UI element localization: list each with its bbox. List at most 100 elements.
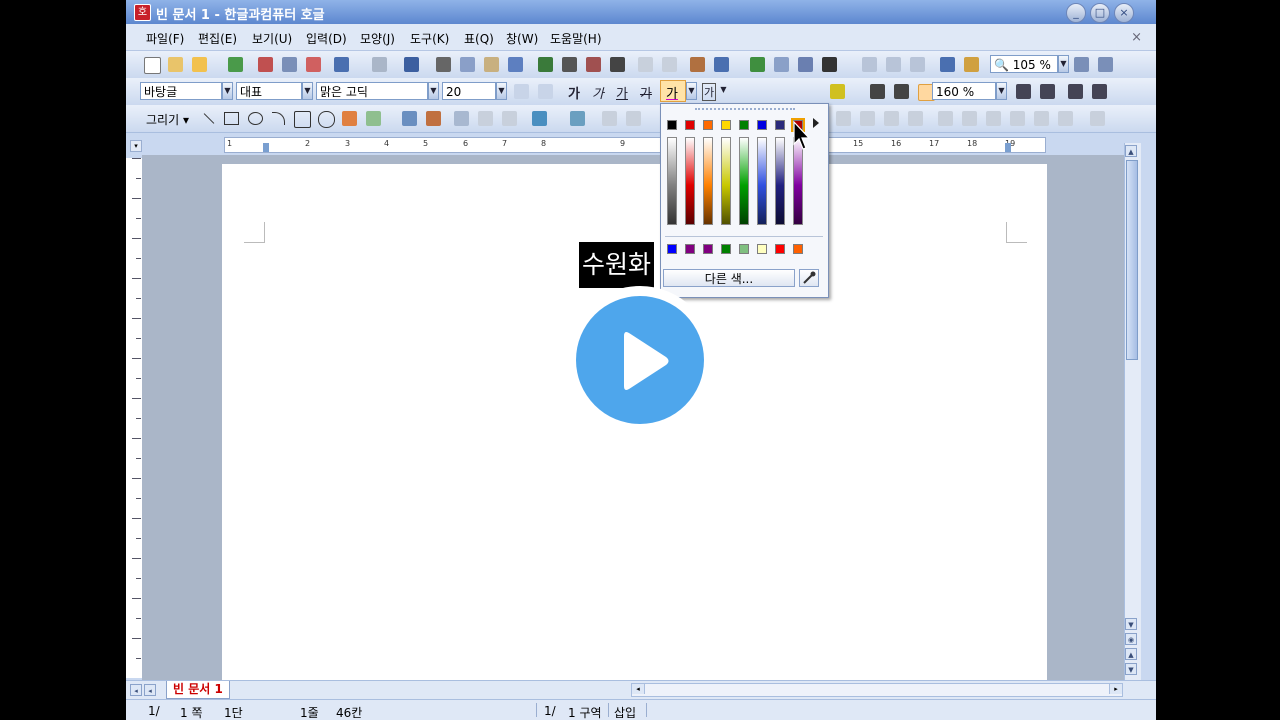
table-icon[interactable]: [714, 57, 729, 72]
curve-tool-icon[interactable]: [318, 111, 335, 128]
horizontal-scrollbar[interactable]: ◂ ▸: [631, 683, 1123, 697]
font-shrink-icon[interactable]: [538, 84, 553, 99]
minimize-button[interactable]: _: [1066, 3, 1086, 23]
paste-icon[interactable]: [484, 57, 499, 72]
prev-tab-icon[interactable]: ◂: [144, 684, 156, 696]
image-tool-icon[interactable]: [426, 111, 441, 126]
menu-window[interactable]: 창(W): [506, 30, 538, 47]
size-icon[interactable]: [1034, 111, 1049, 126]
select-tool-icon[interactable]: [454, 111, 469, 126]
palette-recent-swatch[interactable]: [739, 244, 749, 254]
scroll-down-icon[interactable]: ▼: [1125, 618, 1137, 630]
page-nav-icon[interactable]: ◉: [1125, 633, 1137, 645]
align-left-icon[interactable]: [894, 84, 909, 99]
palette-recent-swatch[interactable]: [775, 244, 785, 254]
group-tool-icon[interactable]: [478, 111, 493, 126]
symbol-icon[interactable]: [798, 57, 813, 72]
pencil-tool-icon[interactable]: [342, 111, 357, 126]
scroll-right-icon[interactable]: ▸: [1109, 684, 1122, 694]
ellipse-tool-icon[interactable]: [248, 112, 263, 125]
document-close-icon[interactable]: ×: [1131, 30, 1142, 45]
strikethrough-button[interactable]: 가: [640, 83, 652, 102]
palette-shade-column[interactable]: [775, 137, 785, 225]
palette-recent-swatch[interactable]: [685, 244, 695, 254]
indent-increase-icon[interactable]: [1016, 84, 1031, 99]
palette-shade-column[interactable]: [721, 137, 731, 225]
zoom-out-icon[interactable]: [1074, 57, 1089, 72]
zoom-combo[interactable]: 🔍 105 %: [990, 55, 1058, 73]
3d-icon[interactable]: [962, 111, 977, 126]
align-objects-icon[interactable]: [884, 111, 899, 126]
language-combo[interactable]: 대표: [236, 82, 302, 100]
selected-text[interactable]: 수원화: [579, 242, 655, 288]
layout-icon[interactable]: [886, 57, 901, 72]
print-icon[interactable]: [258, 57, 273, 72]
polygon-tool-icon[interactable]: [294, 111, 311, 128]
palette-shade-column[interactable]: [667, 137, 677, 225]
shape-icon[interactable]: [586, 57, 601, 72]
palette-swatch[interactable]: [667, 120, 677, 130]
right-indent-marker[interactable]: [1005, 143, 1011, 152]
order-front-icon[interactable]: [602, 111, 617, 126]
palette-recent-swatch[interactable]: [721, 244, 731, 254]
next-page-icon[interactable]: ▼: [1125, 663, 1137, 675]
palette-recent-swatch[interactable]: [703, 244, 713, 254]
undo-icon[interactable]: [334, 57, 349, 72]
menu-insert[interactable]: 입력(D): [306, 30, 347, 47]
shade-button[interactable]: 가: [702, 83, 717, 101]
rectangle-tool-icon[interactable]: [224, 112, 239, 125]
fill-color-icon[interactable]: [570, 111, 585, 126]
line-tool-icon[interactable]: [203, 113, 215, 124]
open-folder-icon[interactable]: [192, 57, 207, 72]
palette-shade-column[interactable]: [703, 137, 713, 225]
palette-swatch[interactable]: [685, 120, 695, 130]
font-size-combo[interactable]: 20: [442, 82, 496, 100]
equation-icon[interactable]: [774, 57, 789, 72]
columns-icon[interactable]: [610, 57, 625, 72]
italic-button[interactable]: 가: [592, 83, 604, 102]
pdf-icon[interactable]: [306, 57, 321, 72]
close-button[interactable]: ×: [1114, 3, 1134, 23]
zoom-in-icon[interactable]: [1098, 57, 1113, 72]
highlight-icon[interactable]: [830, 84, 845, 99]
new-document-icon[interactable]: [144, 57, 161, 74]
vertical-ruler[interactable]: [126, 158, 143, 678]
horizontal-ruler[interactable]: 1 2 3 4 5 6 7 8 9 15 16 17 18 19: [224, 137, 1046, 153]
eyedropper-icon[interactable]: [799, 269, 819, 287]
font-combo[interactable]: 맑은 고딕: [316, 82, 428, 100]
tab-document-1[interactable]: 빈 문서 1: [166, 681, 230, 699]
anchor-icon[interactable]: [1010, 111, 1025, 126]
menu-edit[interactable]: 편집(E): [198, 30, 237, 47]
properties-icon[interactable]: [1058, 111, 1073, 126]
order-back-icon[interactable]: [626, 111, 641, 126]
distribute-icon[interactable]: [908, 111, 923, 126]
cut-icon[interactable]: [436, 57, 451, 72]
more-colors-button[interactable]: 다른 색...: [663, 269, 795, 287]
palette-swatch[interactable]: [757, 120, 767, 130]
copy-icon[interactable]: [460, 57, 475, 72]
menu-tools[interactable]: 도구(K): [410, 30, 449, 47]
first-tab-icon[interactable]: ◂: [130, 684, 142, 696]
edit-points-icon[interactable]: [1090, 111, 1105, 126]
align-justify-icon[interactable]: [870, 84, 885, 99]
find-icon[interactable]: [404, 57, 419, 72]
palette-recent-swatch[interactable]: [793, 244, 803, 254]
preview-icon[interactable]: [282, 57, 297, 72]
template-icon[interactable]: [168, 57, 183, 72]
special-char-icon[interactable]: [822, 57, 837, 72]
book-icon[interactable]: [964, 57, 979, 72]
rotate-icon[interactable]: [836, 111, 851, 126]
format-painter-icon[interactable]: [508, 57, 523, 72]
bookmark-icon[interactable]: [662, 57, 677, 72]
flip-icon[interactable]: [860, 111, 875, 126]
zoom-dropdown-icon[interactable]: ▼: [1058, 55, 1069, 73]
presentation-icon[interactable]: [940, 57, 955, 72]
bullet-list-icon[interactable]: [1092, 84, 1107, 99]
status-mode[interactable]: 삽입: [614, 704, 636, 720]
style-dropdown-icon[interactable]: ▼: [222, 82, 233, 100]
frame-icon[interactable]: [910, 57, 925, 72]
font-dropdown-icon[interactable]: ▼: [428, 82, 439, 100]
line-spacing-dropdown-icon[interactable]: ▼: [996, 82, 1007, 100]
palette-grip[interactable]: [695, 108, 795, 112]
draw-menu[interactable]: 그리기 ▾: [146, 111, 189, 128]
